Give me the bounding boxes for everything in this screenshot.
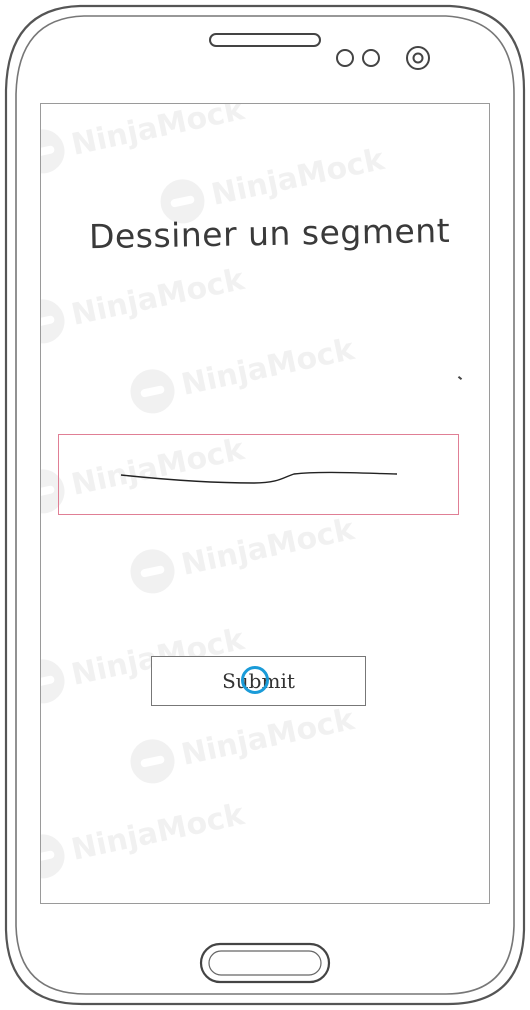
ninja-icon [41, 125, 69, 178]
watermark-text: NinjaMock [68, 796, 248, 868]
watermark: NinjaMock [126, 507, 358, 598]
watermark: NinjaMock [126, 327, 358, 418]
stray-mark [457, 375, 463, 381]
ninja-icon [41, 295, 69, 348]
ninja-icon [126, 365, 179, 418]
submit-button[interactable]: Submit [151, 656, 366, 706]
drawing-canvas[interactable] [58, 434, 459, 515]
watermark: NinjaMock [41, 257, 248, 348]
watermark-text: NinjaMock [68, 261, 248, 333]
watermark-text: NinjaMock [68, 103, 248, 163]
watermark-text: NinjaMock [178, 511, 358, 583]
page-title: Dessiner un segment [88, 210, 451, 257]
watermark-text: NinjaMock [178, 701, 358, 773]
ninja-icon [41, 655, 69, 708]
watermark-text: NinjaMock [208, 141, 388, 213]
speaker-grille [209, 33, 321, 47]
ninja-icon [126, 545, 179, 598]
home-button[interactable] [199, 942, 331, 984]
ninja-icon [41, 830, 69, 883]
watermark: NinjaMock [41, 792, 248, 883]
app-screen: NinjaMock NinjaMock NinjaMock NinjaMock … [40, 103, 490, 904]
watermark-text: NinjaMock [178, 331, 358, 403]
watermark: NinjaMock [41, 103, 248, 178]
watermark: NinjaMock [126, 697, 358, 788]
drawn-segment [120, 471, 398, 484]
ninja-icon [126, 735, 179, 788]
